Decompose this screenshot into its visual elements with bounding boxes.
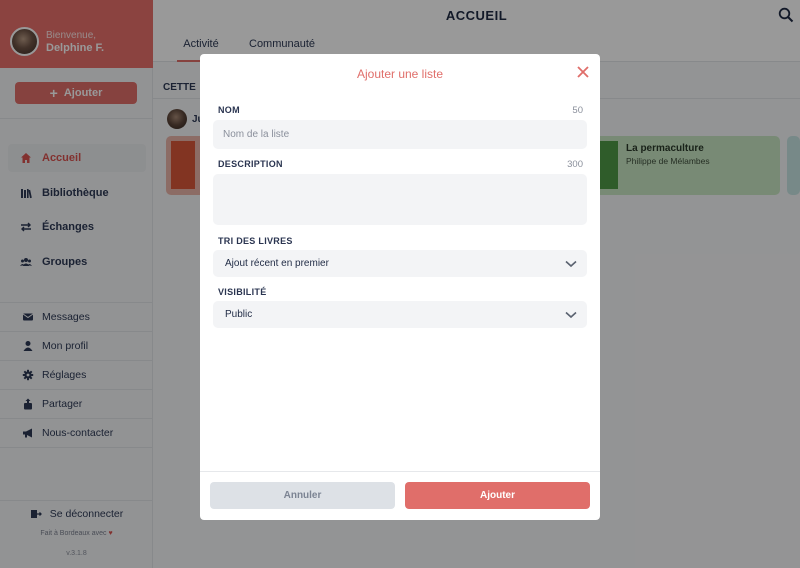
visibility-select-value: Public bbox=[225, 309, 253, 320]
name-label: NOM bbox=[218, 105, 240, 115]
submit-button[interactable]: Ajouter bbox=[405, 482, 590, 509]
chevron-down-icon bbox=[565, 260, 577, 267]
description-textarea[interactable] bbox=[213, 174, 587, 225]
name-char-count: 50 bbox=[572, 105, 583, 116]
add-list-modal: Ajouter une liste NOM 50 DESCRIPTION 300… bbox=[200, 54, 600, 520]
chevron-down-icon bbox=[565, 311, 577, 318]
visibility-label: VISIBILITÉ bbox=[218, 287, 267, 297]
sort-label: TRI DES LIVRES bbox=[218, 236, 293, 246]
list-name-input[interactable] bbox=[213, 120, 587, 149]
cancel-button[interactable]: Annuler bbox=[210, 482, 395, 509]
close-icon[interactable] bbox=[577, 66, 589, 78]
description-label: DESCRIPTION bbox=[218, 159, 283, 169]
sort-select[interactable]: Ajout récent en premier bbox=[213, 250, 587, 277]
sort-select-value: Ajout récent en premier bbox=[225, 258, 329, 269]
modal-title: Ajouter une liste bbox=[356, 67, 444, 81]
description-char-count: 300 bbox=[567, 159, 583, 170]
divider bbox=[200, 471, 600, 472]
visibility-select[interactable]: Public bbox=[213, 301, 587, 328]
